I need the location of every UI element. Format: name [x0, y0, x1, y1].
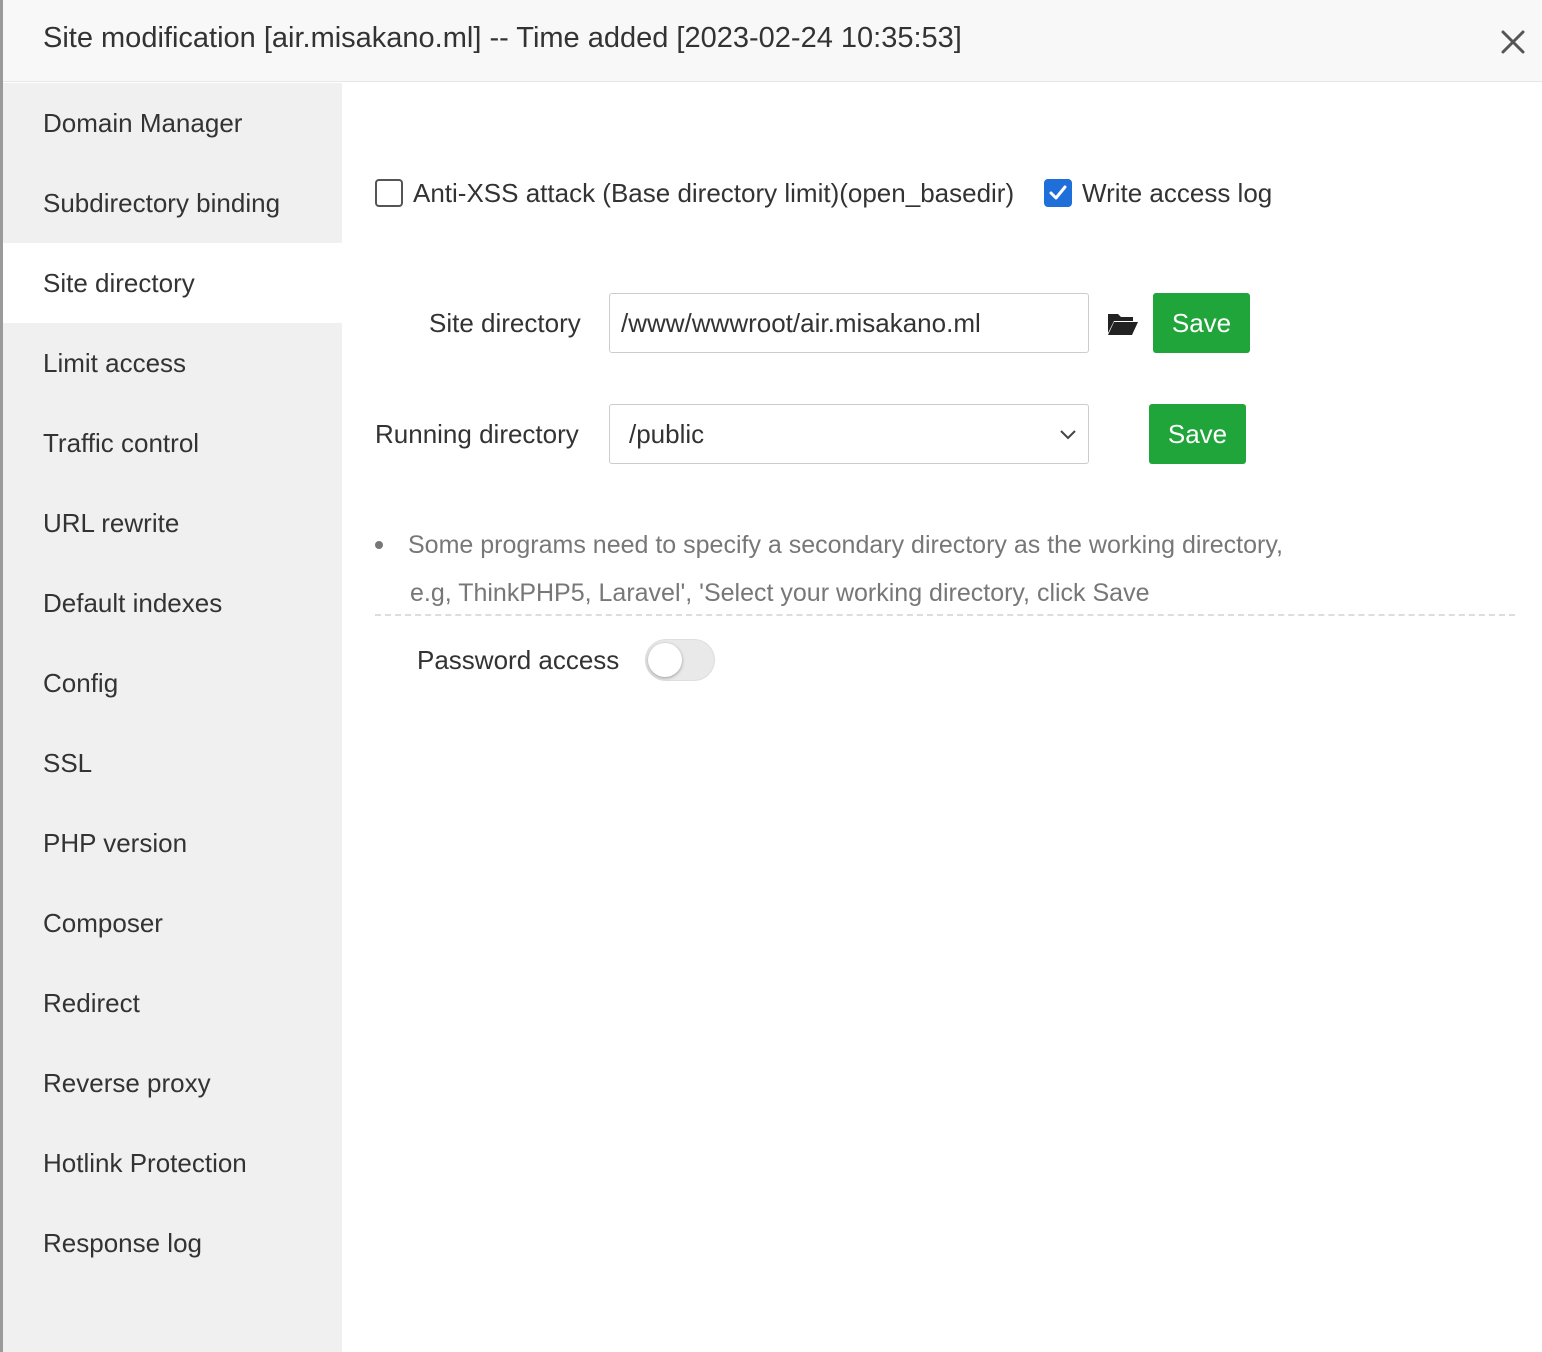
- sidebar-item-traffic-control[interactable]: Traffic control: [3, 403, 342, 483]
- access-log-checkbox[interactable]: [1044, 179, 1072, 207]
- tip-line-1: Some programs need to specify a secondar…: [408, 531, 1283, 559]
- access-log-option: Write access log: [1044, 178, 1272, 208]
- dialog-titlebar: Site modification [air.misakano.ml] -- T…: [3, 0, 1542, 82]
- sidebar-nav: Domain Manager Subdirectory binding Site…: [3, 83, 342, 1352]
- sidebar-item-hotlink-protection[interactable]: Hotlink Protection: [3, 1123, 342, 1203]
- sidebar-item-composer[interactable]: Composer: [3, 883, 342, 963]
- chevron-down-icon: [1060, 430, 1076, 440]
- sidebar-item-subdirectory-binding[interactable]: Subdirectory binding: [3, 163, 342, 243]
- working-directory-tip: Some programs need to specify a secondar…: [375, 521, 1515, 617]
- access-log-label: Write access log: [1082, 177, 1273, 208]
- tip-line-2: e.g, ThinkPHP5, Laravel', 'Select your w…: [410, 579, 1150, 607]
- sidebar-item-response-log[interactable]: Response log: [3, 1203, 342, 1283]
- sidebar-item-ssl[interactable]: SSL: [3, 723, 342, 803]
- sidebar-item-config[interactable]: Config: [3, 643, 342, 723]
- folder-open-icon[interactable]: [1107, 311, 1139, 342]
- sidebar-item-site-directory[interactable]: Site directory: [3, 243, 342, 323]
- site-directory-save-button[interactable]: Save: [1153, 293, 1250, 353]
- sidebar-item-redirect[interactable]: Redirect: [3, 963, 342, 1043]
- site-directory-input[interactable]: /www/wwwroot/air.misakano.ml: [609, 293, 1089, 353]
- running-directory-label: Running directory: [375, 419, 579, 449]
- sidebar-item-limit-access[interactable]: Limit access: [3, 323, 342, 403]
- password-access-label: Password access: [417, 645, 620, 675]
- bullet-icon: [375, 541, 383, 549]
- site-directory-panel: Anti-XSS attack (Base directory limit)(o…: [342, 83, 1542, 1352]
- site-modification-dialog: Site modification [air.misakano.ml] -- T…: [0, 0, 1542, 1352]
- sidebar-item-url-rewrite[interactable]: URL rewrite: [3, 483, 342, 563]
- site-directory-label: Site directory: [429, 308, 581, 338]
- anti-xss-checkbox[interactable]: [375, 179, 403, 207]
- dialog-title: Site modification [air.misakano.ml] -- T…: [43, 22, 962, 54]
- section-divider: [375, 614, 1515, 616]
- close-icon[interactable]: [1497, 26, 1529, 58]
- toggle-knob: [648, 643, 682, 677]
- anti-xss-label: Anti-XSS attack (Base directory limit)(o…: [413, 177, 1015, 208]
- sidebar-item-domain-manager[interactable]: Domain Manager: [3, 83, 342, 163]
- password-access-toggle[interactable]: [645, 639, 715, 681]
- running-directory-value: /public: [629, 419, 705, 449]
- running-directory-save-button[interactable]: Save: [1149, 404, 1246, 464]
- sidebar-item-default-indexes[interactable]: Default indexes: [3, 563, 342, 643]
- running-directory-select[interactable]: /public: [609, 404, 1089, 464]
- checkmark-icon: [1049, 185, 1067, 200]
- anti-xss-option: Anti-XSS attack (Base directory limit)(o…: [375, 178, 1014, 208]
- sidebar-item-php-version[interactable]: PHP version: [3, 803, 342, 883]
- sidebar-item-reverse-proxy[interactable]: Reverse proxy: [3, 1043, 342, 1123]
